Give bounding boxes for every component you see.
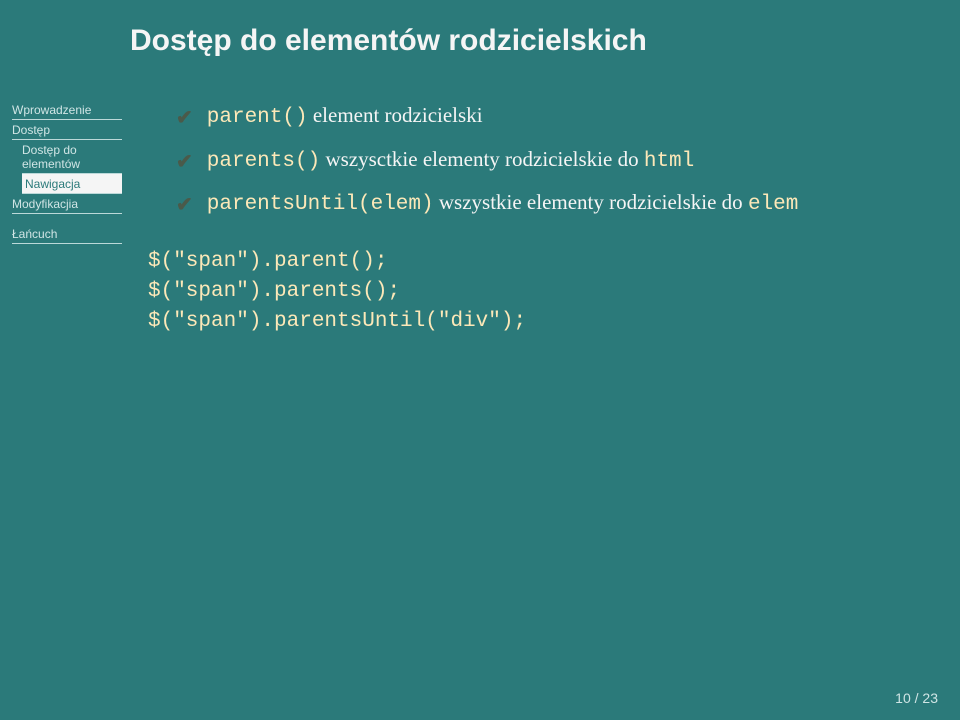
code-html: html (644, 150, 694, 173)
slide-title: Dostęp do elementów rodzicielskich (130, 24, 960, 58)
main-content: ✔ parent() element rodzicielski ✔ parent… (130, 98, 960, 338)
sidebar: Wprowadzenie Dostęp Dostęp do elementów … (0, 98, 130, 338)
bullet-3: ✔ parentsUntil(elem) wszystkie elementy … (148, 187, 960, 221)
bullet-1-text: element rodzicielski (308, 103, 483, 127)
code-line-1: $("span").parent(); (148, 247, 960, 277)
page-number: 10 / 23 (895, 690, 938, 706)
nav-wprowadzenie[interactable]: Wprowadzenie (12, 100, 122, 120)
bullet-3-text: wszystkie elementy rodzicielskie do (434, 190, 748, 214)
code-parent: parent() (207, 106, 308, 129)
nav-dostep-elementow[interactable]: Dostęp do elementów (22, 140, 122, 174)
nav-nawigacja[interactable]: Nawigacja (22, 174, 122, 194)
nav-lancuch[interactable]: Łańcuch (12, 224, 122, 244)
check-icon: ✔ (176, 103, 193, 133)
nav-modyfikacjia[interactable]: Modyfikacjia (12, 194, 122, 214)
code-elem: elem (748, 193, 798, 216)
bullet-2: ✔ parents() wszysctkie elementy rodzicie… (148, 144, 960, 178)
code-line-2: $("span").parents(); (148, 277, 960, 307)
code-block: $("span").parent(); $("span").parents();… (148, 247, 960, 338)
nav-dostep[interactable]: Dostęp (12, 120, 122, 140)
code-line-3: $("span").parentsUntil("div"); (148, 307, 960, 337)
code-parentsuntil: parentsUntil(elem) (207, 193, 434, 216)
code-parents: parents() (207, 150, 320, 173)
check-icon: ✔ (176, 190, 193, 220)
check-icon: ✔ (176, 147, 193, 177)
bullet-1: ✔ parent() element rodzicielski (148, 100, 960, 134)
bullet-2-text: wszysctkie elementy rodzicielskie do (320, 147, 644, 171)
